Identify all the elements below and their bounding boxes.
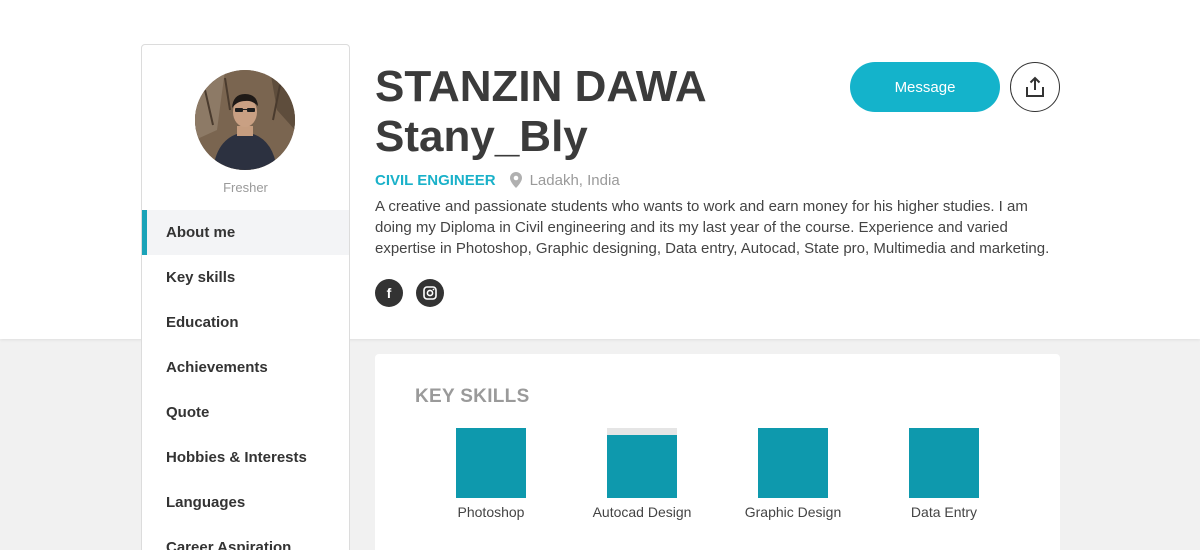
instagram-icon[interactable] [416, 279, 444, 307]
sidebar-item-about-me[interactable]: About me [142, 210, 349, 255]
skill-item: Data Entry [879, 428, 1009, 520]
key-skills-title: KEY SKILLS [415, 386, 530, 407]
skill-label: Data Entry [910, 504, 978, 520]
sidebar-item-quote[interactable]: Quote [142, 390, 349, 435]
experience-level: Fresher [223, 180, 268, 195]
skill-level-bar [758, 428, 828, 498]
skill-label: Autocad Design [592, 504, 692, 520]
skill-level-fill [909, 428, 979, 498]
job-title: CIVIL ENGINEER [375, 171, 496, 189]
sidebar-nav: About me Key skills Education Achievemen… [142, 210, 349, 550]
skill-label: Graphic Design [744, 504, 842, 520]
skill-level-bar [456, 428, 526, 498]
share-button[interactable] [1010, 62, 1060, 112]
sidebar-item-education[interactable]: Education [142, 300, 349, 345]
sidebar-item-hobbies[interactable]: Hobbies & Interests [142, 435, 349, 480]
skill-level-bar [909, 428, 979, 498]
facebook-glyph: f [386, 285, 392, 301]
profile-name: STANZIN DAWA [375, 62, 707, 111]
skill-level-fill [758, 428, 828, 498]
skill-level-fill [456, 428, 526, 498]
skill-label: Photoshop [457, 504, 525, 520]
profile-meta: CIVIL ENGINEER Ladakh, India [375, 170, 620, 190]
avatar [195, 70, 295, 170]
location-text: Ladakh, India [529, 171, 620, 189]
skill-item: Photoshop [426, 428, 556, 520]
sidebar-item-key-skills[interactable]: Key skills [142, 255, 349, 300]
key-skills-card: KEY SKILLS Photoshop Autocad Design Grap… [375, 354, 1060, 550]
location-pin-icon [509, 172, 522, 188]
skill-level-fill [607, 435, 677, 498]
share-icon [1026, 76, 1044, 97]
profile-sidebar: Fresher About me Key skills Education Ac… [141, 44, 350, 550]
facebook-icon[interactable]: f [375, 279, 403, 307]
skill-item: Autocad Design [577, 428, 707, 520]
instagram-glyph [423, 286, 437, 300]
profile-bio: A creative and passionate students who w… [375, 198, 1050, 257]
skill-level-bar [607, 428, 677, 498]
sidebar-item-achievements[interactable]: Achievements [142, 345, 349, 390]
sidebar-item-career-aspiration[interactable]: Career Aspiration [142, 525, 349, 550]
message-button[interactable]: Message [850, 62, 1000, 112]
skill-item: Graphic Design [728, 428, 858, 520]
profile-username: Stany_Bly [375, 112, 588, 161]
sidebar-item-languages[interactable]: Languages [142, 480, 349, 525]
